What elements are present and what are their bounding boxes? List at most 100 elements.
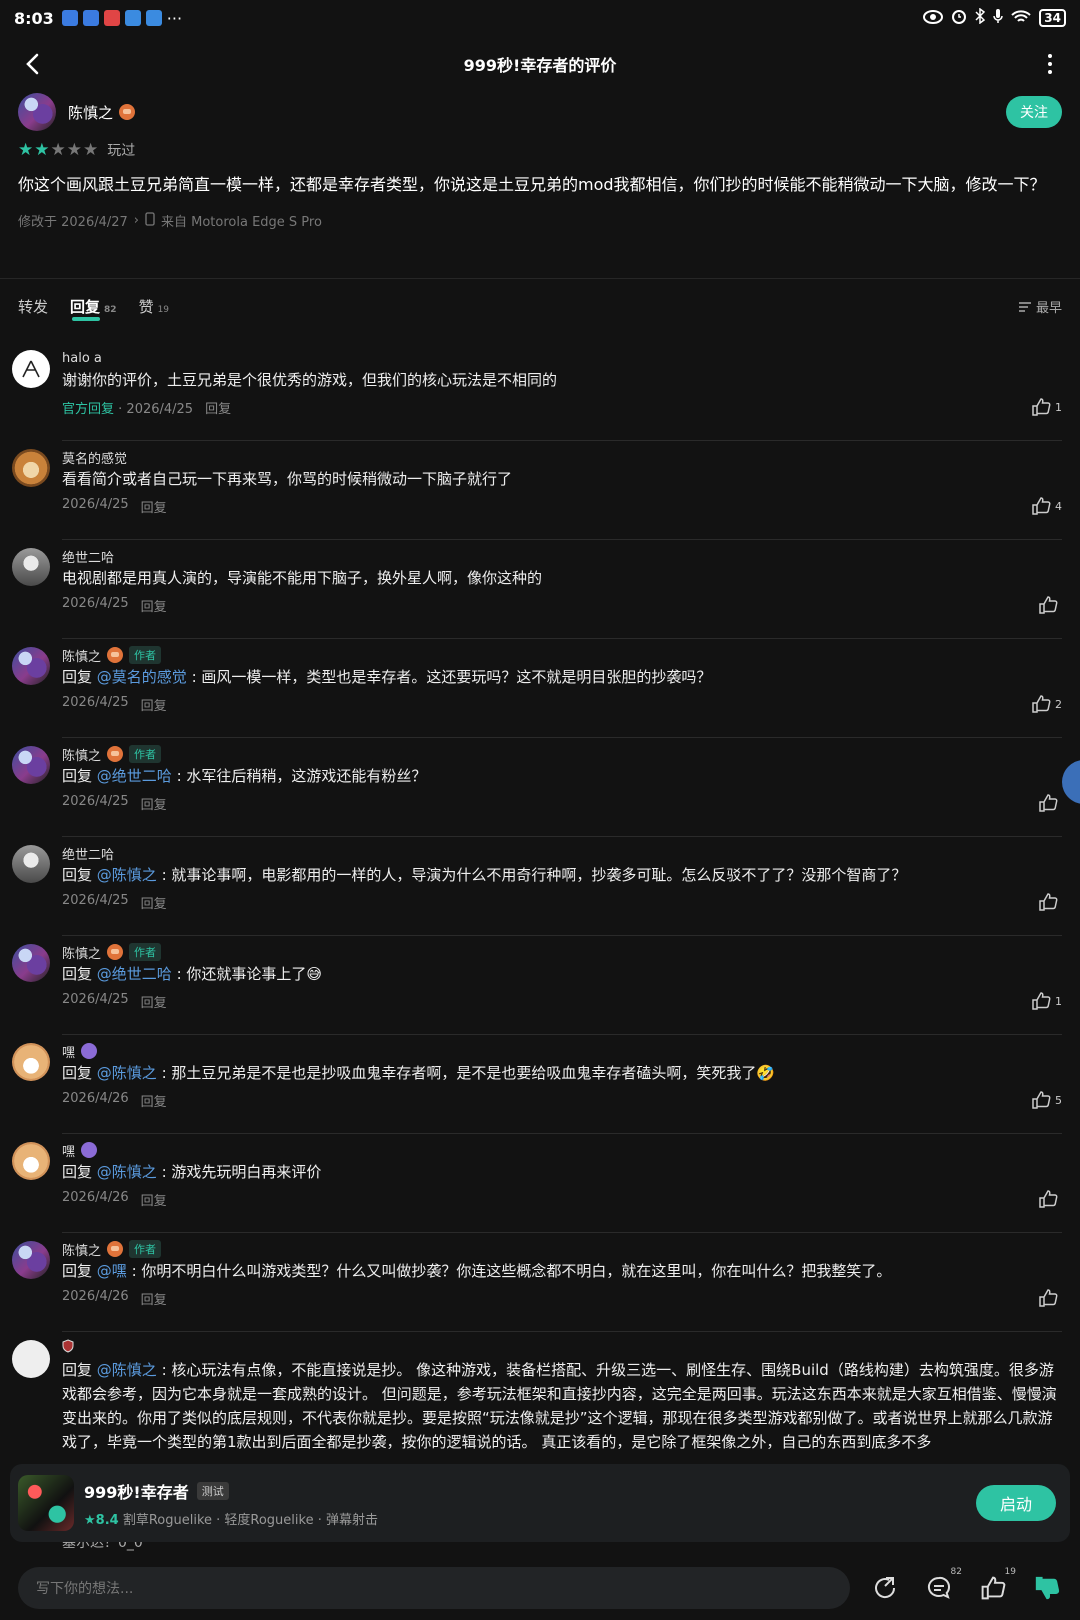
- dislike-button[interactable]: [1032, 1573, 1062, 1603]
- reply-button[interactable]: 回复: [141, 1190, 167, 1209]
- comment-text: 谢谢你的评价，土豆兄弟是个很优秀的游戏，但我们的核心玩法是不相同的: [62, 371, 558, 389]
- avatar[interactable]: [12, 1142, 50, 1180]
- list-item[interactable]: 嘿 回复 @陈慎之 : 那土豆兄弟是不是也是抄吸血鬼幸存者啊，是不是也要给吸血鬼…: [0, 1035, 1080, 1134]
- game-card[interactable]: 999秒!幸存者 测试 ★8.4 割草Roguelike · 轻度Roguelik…: [10, 1464, 1070, 1542]
- commenter-name[interactable]: 陈慎之: [62, 646, 101, 665]
- reply-button[interactable]: 回复: [141, 497, 167, 516]
- avatar[interactable]: [12, 1241, 50, 1279]
- avatar[interactable]: [12, 944, 50, 982]
- commenter-name[interactable]: 绝世二哈: [62, 547, 114, 566]
- list-item[interactable]: halo a 谢谢你的评价，土豆兄弟是个很优秀的游戏，但我们的核心玩法是不相同的…: [0, 342, 1080, 441]
- reply-button[interactable]: 回复: [141, 1091, 167, 1110]
- comment-date: 2026/4/26: [62, 1091, 129, 1106]
- list-item[interactable]: 绝世二哈 回复 @陈慎之 : 就事论事啊，电影都用的一样的人，导演为什么不用奇行…: [0, 837, 1080, 936]
- commenter-name[interactable]: 嘿: [62, 1042, 75, 1061]
- mention-link[interactable]: @陈慎之: [97, 1163, 157, 1181]
- mention-link[interactable]: @嘿: [97, 1262, 127, 1280]
- back-button[interactable]: [16, 48, 48, 80]
- mention-link[interactable]: @陈慎之: [97, 1064, 157, 1082]
- like-button[interactable]: [1038, 794, 1062, 812]
- battery-icon: 34: [1039, 9, 1066, 27]
- mention-link[interactable]: @莫名的感觉: [97, 668, 187, 686]
- mention-link[interactable]: @陈慎之: [97, 1361, 157, 1379]
- like-button[interactable]: 19: [978, 1567, 1016, 1603]
- comment-date: 2026/4/25: [62, 893, 129, 908]
- commenter-name[interactable]: 陈慎之: [62, 943, 101, 962]
- launch-button[interactable]: 启动: [976, 1485, 1056, 1521]
- bluetooth-icon: [975, 7, 986, 28]
- reply-button[interactable]: 回复: [141, 596, 167, 615]
- tab-repost[interactable]: 转发: [18, 296, 48, 317]
- more-options-button[interactable]: [1038, 48, 1062, 80]
- mention-link[interactable]: @陈慎之: [97, 866, 157, 884]
- share-button[interactable]: [870, 1573, 900, 1603]
- commenter-name[interactable]: 陈慎之: [62, 1240, 101, 1259]
- reply-button[interactable]: 回复: [141, 1289, 167, 1308]
- like-button[interactable]: 5: [1031, 1091, 1062, 1109]
- microphone-icon: [993, 8, 1004, 28]
- list-item[interactable]: 绝世二哈 电视剧都是用真人演的，导演能不能用下脑子，换外星人啊，像你这种的 20…: [0, 540, 1080, 639]
- star-icon: ★: [50, 140, 66, 160]
- modified-date[interactable]: 修改于 2026/4/27: [18, 211, 128, 230]
- list-item[interactable]: 嘿 回复 @陈慎之 : 游戏先玩明白再来评价 2026/4/26 回复: [0, 1134, 1080, 1233]
- sort-button[interactable]: 最早: [1018, 297, 1062, 316]
- comment-date: 2026/4/25: [62, 596, 129, 611]
- tab-reply[interactable]: 回复 82: [70, 296, 117, 321]
- level-badge-icon: [107, 647, 124, 663]
- avatar[interactable]: [12, 746, 50, 784]
- avatar[interactable]: [12, 1043, 50, 1081]
- like-button[interactable]: [1038, 1289, 1062, 1307]
- like-button[interactable]: [1038, 1190, 1062, 1208]
- list-item[interactable]: 陈慎之 作者 回复 @绝世二哈 : 水军往后稍稍，这游戏还能有粉丝？ 2026/4…: [0, 738, 1080, 837]
- avatar[interactable]: [12, 1340, 50, 1378]
- list-item[interactable]: 陈慎之 作者 回复 @绝世二哈 : 你还就事论事上了😅 2026/4/25 回复 1: [0, 936, 1080, 1035]
- commenter-name[interactable]: 嘿: [62, 1141, 75, 1160]
- commenter-name[interactable]: halo a: [62, 351, 102, 366]
- comment-date: 2026/4/25: [62, 695, 129, 710]
- alarm-icon: [951, 8, 967, 28]
- comment-text: 回复 @陈慎之 : 那土豆兄弟是不是也是抄吸血鬼幸存者啊，是不是也要给吸血鬼幸存…: [62, 1064, 776, 1082]
- like-button[interactable]: 2: [1031, 695, 1062, 713]
- thumbs-up-icon: [981, 1576, 1006, 1600]
- thumbs-down-icon: [1035, 1576, 1060, 1600]
- level-badge-icon: [119, 104, 136, 120]
- commenter-name[interactable]: 陈慎之: [62, 745, 101, 764]
- avatar[interactable]: [18, 93, 56, 131]
- list-item[interactable]: 陈慎之 作者 回复 @莫名的感觉 : 画风一模一样，类型也是幸存者。这还要玩吗？这…: [0, 639, 1080, 738]
- list-item[interactable]: 陈慎之 作者 回复 @嘿 : 你明不明白什么叫游戏类型？什么又叫做抄袭？你连这些概…: [0, 1233, 1080, 1332]
- reply-button[interactable]: 回复: [141, 794, 167, 813]
- level-badge-icon: [107, 944, 124, 960]
- like-button[interactable]: [1038, 893, 1062, 911]
- tab-like[interactable]: 赞 19: [139, 296, 169, 317]
- like-button[interactable]: 4: [1031, 497, 1062, 515]
- follow-button[interactable]: 关注: [1006, 96, 1062, 128]
- avatar[interactable]: [12, 647, 50, 685]
- reply-button[interactable]: 回复: [205, 398, 231, 417]
- like-button[interactable]: 1: [1031, 992, 1062, 1010]
- list-item[interactable]: 回复 @陈慎之 : 核心玩法有点像，不能直接说是抄。 像这种游戏，装备栏搭配、升…: [0, 1332, 1080, 1482]
- reply-button[interactable]: 回复: [141, 893, 167, 912]
- mention-link[interactable]: @绝世二哈: [97, 965, 172, 983]
- reply-button[interactable]: 回复: [141, 695, 167, 714]
- review-meta: 修改于 2026/4/27 › 来自 Motorola Edge S Pro: [18, 211, 1062, 230]
- comment-button[interactable]: 82: [924, 1567, 962, 1603]
- avatar[interactable]: [12, 845, 50, 883]
- game-icon[interactable]: [18, 1475, 74, 1531]
- commenter-name[interactable]: 绝世二哈: [62, 844, 114, 863]
- thumbs-up-icon: [1032, 398, 1051, 416]
- like-count: 2: [1055, 697, 1062, 711]
- avatar[interactable]: [12, 350, 50, 388]
- like-button[interactable]: 1: [1031, 398, 1062, 416]
- commenter-name[interactable]: 莫名的感觉: [62, 448, 127, 467]
- avatar[interactable]: [12, 449, 50, 487]
- review-author-name[interactable]: 陈慎之: [68, 102, 113, 123]
- game-title[interactable]: 999秒!幸存者: [84, 1479, 189, 1503]
- avatar[interactable]: [12, 548, 50, 586]
- reply-button[interactable]: 回复: [141, 992, 167, 1011]
- like-button[interactable]: [1038, 596, 1062, 614]
- tab-bar: 转发 回复 82 赞 19 最早: [18, 296, 1062, 321]
- comment-input[interactable]: 写下你的想法...: [18, 1567, 850, 1609]
- list-item[interactable]: 莫名的感觉 看看简介或者自己玩一下再来骂，你骂的时候稍微动一下脑子就行了 202…: [0, 441, 1080, 540]
- mention-link[interactable]: @绝世二哈: [97, 767, 172, 785]
- status-bar: 8:03 ··· 34: [0, 0, 1080, 36]
